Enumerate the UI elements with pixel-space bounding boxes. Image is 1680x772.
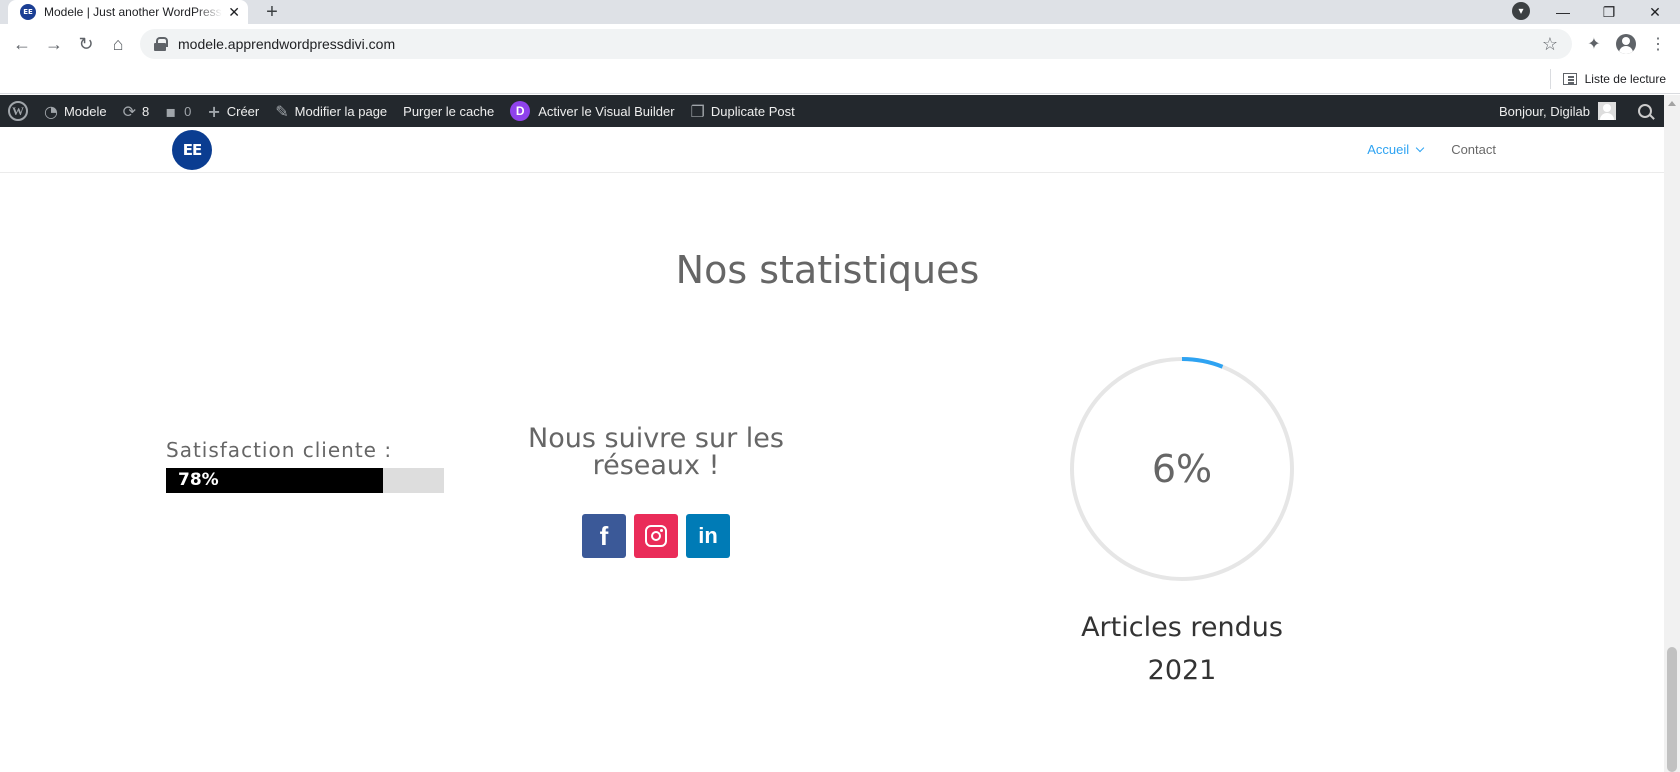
chevron-down-icon (1415, 143, 1425, 153)
close-icon[interactable]: ✕ (228, 4, 240, 21)
profile-avatar-icon (1616, 34, 1636, 54)
visual-builder-link[interactable]: D Activer le Visual Builder (502, 95, 682, 127)
facebook-icon: f (599, 520, 609, 551)
site-name-link[interactable]: ◔ Modele (36, 95, 115, 127)
purge-cache-label: Purger le cache (403, 103, 495, 119)
forward-arrow-icon[interactable]: → (40, 30, 68, 58)
bar-counter-value: 78% (178, 470, 219, 490)
instagram-icon (645, 525, 667, 547)
linkedin-button[interactable]: in (686, 514, 730, 558)
updates-refresh-icon: ⟳ (122, 101, 137, 121)
linkedin-icon: in (698, 523, 718, 548)
bookmarks-bar: Liste de lecture (0, 64, 1680, 94)
social-follow-title: Nous suivre sur les réseaux ! (528, 423, 784, 481)
plus-icon: + (207, 101, 221, 121)
minimize-icon[interactable]: — (1540, 0, 1586, 24)
dashboard-gauge-icon: ◔ (44, 101, 58, 121)
edit-page-label: Modifier la page (294, 103, 388, 119)
duplicate-pages-icon: ❐ (690, 101, 705, 121)
user-avatar-icon (1598, 102, 1616, 120)
bar-counter-track: 78% (166, 468, 444, 493)
duplicate-post-link[interactable]: ❐ Duplicate Post (683, 95, 803, 127)
search-icon[interactable] (1638, 104, 1652, 118)
site-favicon-icon: EE (20, 4, 36, 20)
wordpress-logo-icon: W (8, 101, 28, 121)
reading-list-button[interactable]: Liste de lecture (1549, 69, 1666, 89)
circle-counter-value: 6% (1151, 447, 1213, 491)
bookmark-star-icon[interactable]: ☆ (1542, 34, 1558, 55)
bar-counter-label: Satisfaction cliente : (166, 438, 393, 462)
extensions-puzzle-icon[interactable]: ✦ (1580, 30, 1608, 58)
new-tab-plus-icon[interactable]: + (260, 0, 284, 24)
scroll-up-arrow-icon[interactable] (1668, 101, 1676, 106)
new-content-link[interactable]: + Créer (199, 95, 267, 127)
page-scrollbar[interactable] (1664, 95, 1680, 772)
purge-cache-link[interactable]: Purger le cache (395, 95, 502, 127)
home-icon[interactable]: ⌂ (104, 30, 132, 58)
my-account-link[interactable]: Bonjour, Digilab (1491, 95, 1624, 127)
circle-counter: 6% (1068, 355, 1296, 583)
menu-item-accueil[interactable]: Accueil (1367, 142, 1425, 157)
main-menu: Accueil Contact (1339, 127, 1496, 172)
lock-icon[interactable] (154, 37, 168, 51)
back-arrow-icon[interactable]: ← (8, 30, 36, 58)
browser-tabstrip: EE Modele | Just another WordPress site … (0, 0, 1680, 24)
edit-page-link[interactable]: ✎ Modifier la page (267, 95, 395, 127)
circle-counter-title-line2: 2021 (1147, 655, 1217, 686)
reading-list-label: Liste de lecture (1584, 72, 1666, 86)
reading-list-icon (1562, 73, 1577, 85)
circle-counter-title: Articles rendus 2021 (1002, 606, 1362, 692)
comments-link[interactable]: ▪ 0 (157, 95, 199, 127)
wp-admin-bar: W ◔ Modele ⟳ 8 ▪ 0 + Créer ✎ Modifier la… (0, 95, 1664, 127)
comment-bubble-icon: ▪ (165, 101, 177, 121)
section-title: Nos statistiques (675, 248, 980, 292)
comments-count: 0 (184, 103, 192, 119)
address-bar[interactable]: modele.apprendwordpressdivi.com ☆ (140, 29, 1572, 59)
window-close-icon[interactable]: ✕ (1632, 0, 1678, 24)
tab-title: Modele | Just another WordPress site (44, 5, 222, 19)
restore-icon[interactable]: ❐ (1586, 0, 1632, 24)
visual-builder-label: Activer le Visual Builder (538, 103, 675, 119)
site-logo[interactable]: EE (172, 130, 212, 170)
duplicate-post-label: Duplicate Post (710, 103, 795, 119)
browser-toolbar: ← → ↻ ⌂ modele.apprendwordpressdivi.com … (0, 24, 1680, 64)
updates-count: 8 (142, 103, 150, 119)
wp-logo-button[interactable]: W (0, 95, 36, 127)
new-content-label: Créer (226, 103, 260, 119)
pencil-icon: ✎ (275, 101, 289, 121)
menu-item-contact[interactable]: Contact (1451, 142, 1496, 157)
menu-item-label: Contact (1451, 142, 1496, 157)
menu-item-label: Accueil (1367, 142, 1410, 157)
instagram-button[interactable] (634, 514, 678, 558)
browser-menu-kebab-icon[interactable]: ⋮ (1644, 30, 1672, 58)
site-header: EE Accueil Contact (0, 127, 1664, 172)
circle-counter-title-line1: Articles rendus (1081, 612, 1283, 643)
reload-icon[interactable]: ↻ (72, 30, 100, 58)
url-text[interactable]: modele.apprendwordpressdivi.com (178, 36, 395, 52)
updates-link[interactable]: ⟳ 8 (115, 95, 158, 127)
scrollbar-thumb[interactable] (1667, 647, 1677, 772)
facebook-button[interactable]: f (582, 514, 626, 558)
profile-avatar-button[interactable] (1612, 30, 1640, 58)
tab-search-chevron-icon[interactable]: ▾ (1512, 2, 1530, 20)
divi-logo-icon: D (510, 101, 531, 121)
site-name-label: Modele (63, 103, 107, 119)
greeting-label: Bonjour, Digilab (1498, 103, 1590, 119)
browser-tab[interactable]: EE Modele | Just another WordPress site … (8, 0, 248, 24)
